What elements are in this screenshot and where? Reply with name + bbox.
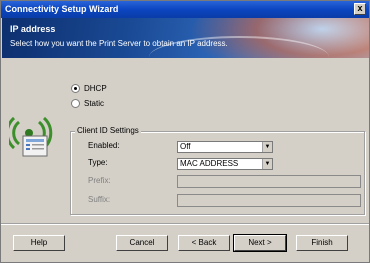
back-button[interactable]: < Back (178, 235, 230, 251)
page-subtitle: Select how you want the Print Server to … (10, 39, 228, 48)
next-button[interactable]: Next > (233, 234, 287, 252)
radio-dhcp[interactable]: DHCP (71, 82, 107, 94)
finish-button[interactable]: Finish (296, 235, 348, 251)
radio-dhcp-button[interactable] (71, 83, 80, 93)
prefix-input[interactable] (177, 175, 361, 188)
radio-static-label: Static (84, 98, 105, 108)
window-title: Connectivity Setup Wizard (5, 4, 119, 14)
suffix-input[interactable] (177, 194, 361, 207)
enabled-select[interactable]: Off ▼ (177, 141, 273, 153)
help-button[interactable]: Help (13, 235, 65, 251)
enabled-select-value: Off (180, 142, 191, 151)
chevron-down-icon[interactable]: ▼ (262, 142, 272, 152)
wizard-window: Connectivity Setup Wizard x IP address S… (0, 0, 370, 263)
title-bar[interactable]: Connectivity Setup Wizard x (1, 1, 369, 18)
cancel-button[interactable]: Cancel (116, 235, 168, 251)
radio-dhcp-label: DHCP (84, 83, 107, 93)
close-icon: x (357, 3, 363, 13)
type-select[interactable]: MAC ADDRESS ▼ (177, 158, 273, 170)
wizard-header: IP address Select how you want the Print… (2, 18, 369, 58)
client-id-group-label: Client ID Settings (75, 126, 141, 135)
type-select-value: MAC ADDRESS (180, 159, 239, 168)
prefix-label: Prefix: (88, 176, 111, 185)
page-title: IP address (10, 24, 56, 34)
type-label: Type: (88, 158, 108, 167)
network-print-server-icon (9, 116, 53, 157)
radio-static[interactable]: Static (71, 97, 104, 109)
enabled-label: Enabled: (88, 141, 120, 150)
radio-static-button[interactable] (71, 98, 80, 108)
close-button[interactable]: x (354, 3, 366, 15)
button-separator (1, 223, 369, 225)
suffix-label: Suffix: (88, 195, 111, 204)
chevron-down-icon[interactable]: ▼ (262, 159, 272, 169)
